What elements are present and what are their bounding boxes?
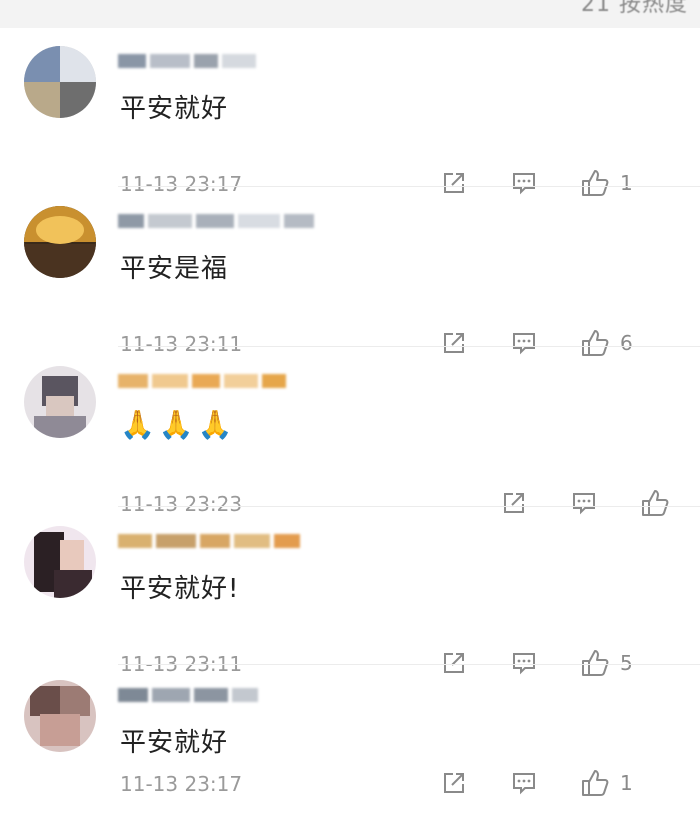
comment-text: 🙏🙏🙏 <box>120 408 237 441</box>
divider <box>118 186 700 187</box>
comment-item: 平安就好 11-13 23:17 1 <box>0 662 700 822</box>
username-blurred[interactable] <box>118 530 304 554</box>
comment-item: 平安就好 11-13 23:17 1 <box>0 28 700 196</box>
like-count: 1 <box>620 771 633 795</box>
top-bar: 21 按热度 <box>0 0 700 28</box>
sort-label[interactable]: 21 按热度 <box>581 0 688 18</box>
reply-button[interactable] <box>510 768 538 798</box>
username-blurred[interactable] <box>118 50 260 74</box>
username-blurred[interactable] <box>118 684 262 708</box>
like-button[interactable]: 1 <box>580 768 633 798</box>
username-blurred[interactable] <box>118 370 290 394</box>
reply-icon <box>513 773 535 795</box>
avatar[interactable] <box>24 366 96 438</box>
comment-text: 平安就好 <box>120 94 229 124</box>
thumbs-up-icon <box>582 770 609 796</box>
comment-item: 平安就好! 11-13 23:11 5 <box>0 508 700 676</box>
comment-text: 平安就好! <box>120 574 240 604</box>
divider <box>118 346 700 347</box>
share-icon <box>444 773 464 793</box>
comment-text: 平安是福 <box>120 254 229 284</box>
avatar[interactable] <box>24 526 96 598</box>
avatar[interactable] <box>24 680 96 752</box>
avatar[interactable] <box>24 206 96 278</box>
comment-item: 平安是福 11-13 23:11 6 <box>0 188 700 356</box>
comment-time: 11-13 23:17 <box>120 772 243 796</box>
comment-text: 平安就好 <box>120 728 229 758</box>
avatar[interactable] <box>24 46 96 118</box>
divider <box>118 506 700 507</box>
comment-actions: 1 <box>440 768 700 800</box>
username-blurred[interactable] <box>118 210 318 234</box>
share-button[interactable] <box>440 768 468 798</box>
comment-item: 🙏🙏🙏 11-13 23:23 <box>0 348 700 516</box>
